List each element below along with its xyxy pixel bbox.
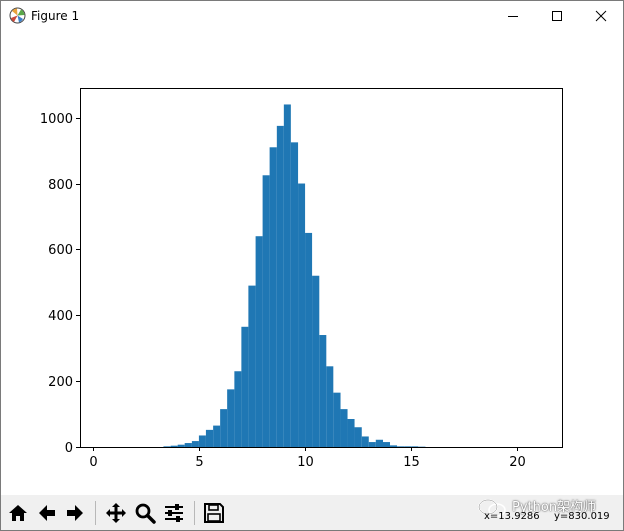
x-tick-label: 10: [297, 455, 314, 470]
close-icon: [595, 10, 607, 22]
histogram-bar: [184, 443, 192, 447]
forward-button[interactable]: [62, 500, 88, 526]
histogram-bar: [290, 142, 299, 447]
histogram-bar: [340, 409, 348, 447]
x-tick-label: 20: [509, 455, 526, 470]
toolbar-separator: [194, 501, 195, 525]
figure-window: Figure 1 0 5 10 15 20 0 200 400 600 800 1000: [0, 0, 624, 531]
histogram-bar: [390, 445, 398, 447]
bars-group: [163, 104, 426, 447]
histogram-bar: [205, 429, 214, 447]
y-tick-label: 600: [48, 243, 73, 258]
histogram-bar: [361, 436, 369, 447]
histogram-bar: [241, 326, 249, 447]
matplotlib-app-icon: [9, 7, 26, 24]
minimize-button[interactable]: [491, 1, 535, 31]
window-title: Figure 1: [31, 9, 80, 23]
histogram-bar: [375, 439, 384, 447]
histogram-bar: [248, 285, 256, 447]
x-tick-label: 0: [89, 455, 97, 470]
maximize-button[interactable]: [535, 1, 579, 31]
histogram-bar: [368, 442, 376, 447]
y-tick-label: 1000: [40, 112, 73, 127]
y-tick-label: 0: [65, 441, 73, 456]
histogram-bar: [298, 183, 306, 447]
histogram-bar: [283, 104, 291, 447]
histogram-bar: [276, 125, 284, 447]
zoom-button[interactable]: [132, 500, 158, 526]
histogram-bar: [347, 419, 355, 447]
histogram-bar: [319, 335, 327, 447]
histogram-bar: [305, 232, 313, 447]
histogram-bar: [397, 446, 405, 447]
home-icon: [9, 505, 27, 521]
arrow-right-icon: [67, 505, 83, 521]
histogram-bar: [411, 446, 419, 447]
histogram-bar: [262, 175, 270, 447]
histogram-bar: [198, 435, 206, 447]
histogram-chart: 0 5 10 15 2002004006008001000: [40, 88, 563, 470]
y-tick-label: 800: [48, 178, 73, 193]
histogram-bar: [404, 446, 412, 447]
toolbar-separator: [95, 501, 96, 525]
arrow-left-icon: [39, 505, 55, 521]
move-icon: [106, 503, 126, 523]
histogram-bar: [227, 389, 235, 447]
cursor-y-readout: y=830.019: [554, 511, 610, 522]
maximize-icon: [552, 11, 562, 21]
histogram-bar: [269, 147, 277, 447]
histogram-bar: [191, 441, 199, 447]
x-tick-label: 15: [403, 455, 420, 470]
navigation-toolbar: Python架构师 x=13.9286 y=830.019: [1, 495, 623, 530]
sliders-icon: [165, 504, 183, 522]
histogram-bar: [177, 444, 185, 447]
histogram-bar: [326, 366, 334, 447]
histogram-bar: [312, 275, 320, 447]
save-button[interactable]: [201, 500, 227, 526]
histogram-bar: [333, 392, 341, 447]
histogram-bar: [170, 445, 178, 447]
pan-button[interactable]: [103, 500, 129, 526]
back-button[interactable]: [34, 500, 60, 526]
configure-subplots-button[interactable]: [161, 500, 187, 526]
histogram-bar: [255, 236, 263, 447]
home-button[interactable]: [5, 500, 31, 526]
title-bar[interactable]: Figure 1: [1, 1, 623, 31]
histogram-bar: [354, 427, 362, 447]
y-tick-label: 400: [48, 309, 73, 324]
cursor-x-readout: x=13.9286: [484, 511, 540, 522]
histogram-bar: [213, 425, 221, 447]
zoom-magnifier-icon: [135, 503, 156, 524]
minimize-icon: [508, 16, 518, 17]
histogram-bar: [220, 409, 228, 447]
y-tick-label: 200: [48, 375, 73, 390]
floppy-save-icon: [204, 503, 224, 523]
figure-canvas[interactable]: 0 5 10 15 20 0 200 400 600 800 1000: [1, 31, 623, 495]
x-tick-label: 5: [195, 455, 203, 470]
histogram-bar: [234, 371, 242, 447]
histogram-bar: [163, 446, 171, 447]
histogram-bar: [383, 442, 391, 447]
close-button[interactable]: [579, 1, 623, 31]
